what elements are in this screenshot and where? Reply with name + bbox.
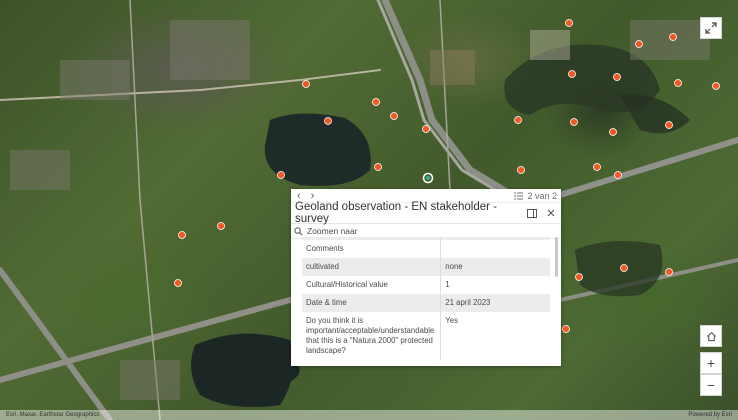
home-button[interactable] (700, 325, 722, 347)
previous-feature-button[interactable]: ‹ (297, 190, 301, 202)
observation-marker[interactable] (609, 128, 617, 136)
observation-marker[interactable] (674, 79, 682, 87)
field-value: Yes (445, 316, 459, 325)
observation-marker[interactable] (565, 19, 573, 27)
observation-marker[interactable] (324, 117, 332, 125)
map-attribution: Esri, Maxar, Earthstar Geographics Power… (0, 410, 738, 420)
observation-marker[interactable] (669, 33, 677, 41)
observation-marker[interactable] (635, 40, 643, 48)
list-icon (514, 192, 524, 199)
field-value: none (440, 258, 550, 276)
field-name: Date & time (302, 294, 442, 312)
observation-marker[interactable] (514, 116, 522, 124)
table-row: cultivated none (302, 258, 550, 276)
observation-marker[interactable] (174, 279, 182, 287)
observation-marker[interactable] (277, 171, 285, 179)
table-row: Date & time 21 april 2023 (302, 294, 550, 312)
zoom-to-label: Zoomen naar (307, 226, 358, 236)
home-icon (706, 331, 716, 341)
observation-marker[interactable] (390, 112, 398, 120)
table-row: Comments (302, 240, 550, 258)
table-row: Cultural/Historical value 1 (302, 276, 550, 294)
attribute-table-container[interactable]: Comments cultivated none Cultural/Histor… (302, 237, 560, 366)
zoom-out-label: − (706, 377, 716, 393)
field-name: cultivated (302, 258, 442, 276)
attribute-table: Comments cultivated none Cultural/Histor… (302, 237, 550, 360)
zoom-search-icon (294, 226, 303, 235)
observation-marker[interactable] (665, 121, 673, 129)
field-value: 21 april 2023 (440, 294, 550, 312)
next-feature-button[interactable]: › (311, 190, 315, 202)
observation-marker[interactable] (374, 163, 382, 171)
feature-pager[interactable]: 2 van 2 (514, 191, 557, 201)
field-value (441, 240, 550, 258)
zoom-in-button[interactable]: + (700, 352, 722, 374)
field-name: Do you think it is important/acceptable/… (302, 312, 442, 360)
observation-marker[interactable] (614, 171, 622, 179)
powered-by-text[interactable]: Powered by Esri (688, 412, 732, 418)
observation-marker[interactable] (517, 166, 525, 174)
expand-icon (705, 22, 717, 34)
observation-marker[interactable] (178, 231, 186, 239)
close-icon[interactable] (547, 209, 555, 217)
observation-marker[interactable] (570, 118, 578, 126)
field-value: 1 (445, 280, 450, 289)
selected-marker-core (426, 176, 430, 180)
observation-marker[interactable] (422, 125, 430, 133)
map-view[interactable]: + − ‹ › 2 van 2 Geoland observation - EN… (0, 0, 738, 420)
observation-marker[interactable] (217, 222, 225, 230)
observation-marker[interactable] (593, 163, 601, 171)
observation-marker[interactable] (372, 98, 380, 106)
observation-marker[interactable] (712, 82, 720, 90)
observation-marker[interactable] (562, 325, 570, 333)
table-row: Do you think it is important/acceptable/… (302, 312, 550, 360)
popup-header: Geoland observation - EN stakeholder - s… (291, 201, 561, 225)
feature-popup: ‹ › 2 van 2 Geoland observation - EN sta… (291, 189, 561, 366)
observation-marker[interactable] (302, 80, 310, 88)
fullscreen-button[interactable] (700, 17, 722, 39)
popup-scrollbar[interactable] (555, 237, 558, 277)
observation-marker[interactable] (568, 70, 576, 78)
dock-icon[interactable] (527, 208, 537, 218)
field-name: Cultural/Historical value (302, 276, 442, 294)
field-name: Comments (302, 240, 442, 258)
observation-marker[interactable] (620, 264, 628, 272)
popup-title: Geoland observation - EN stakeholder - s… (295, 201, 497, 225)
observation-marker[interactable] (613, 73, 621, 81)
observation-marker[interactable] (575, 273, 583, 281)
attribution-text: Esri, Maxar, Earthstar Geographics (6, 412, 100, 418)
zoom-in-label: + (706, 355, 716, 371)
pager-text: 2 van 2 (527, 190, 557, 201)
observation-marker[interactable] (665, 268, 673, 276)
zoom-out-button[interactable]: − (700, 374, 722, 396)
